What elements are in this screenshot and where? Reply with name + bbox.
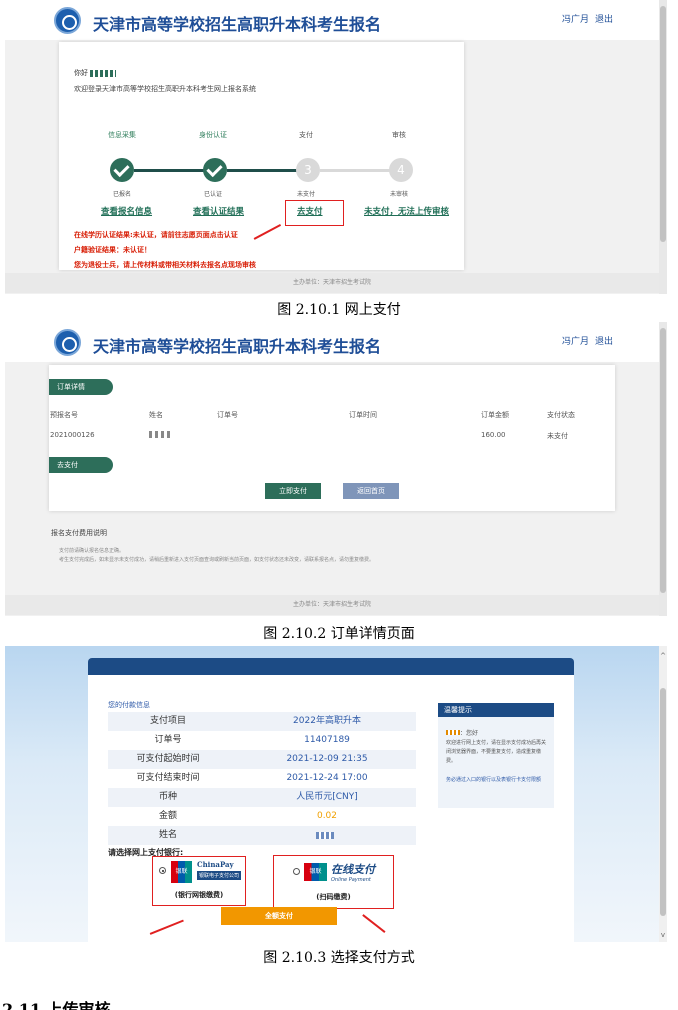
logout-link[interactable]: 退出	[595, 12, 613, 25]
col-order-time: 订单时间	[349, 411, 377, 419]
row-start-time: 可支付起始时间 2021-12-09 21:35	[108, 750, 416, 769]
cell-amount: 160.00	[481, 431, 506, 439]
scroll-up-icon[interactable]: ^	[659, 652, 667, 660]
masked-name	[90, 69, 117, 77]
user-name-link[interactable]: 冯广月	[562, 12, 589, 25]
tips-text: 欢迎进行网上支付，请在显示支付成功后再关闭浏览器界面，不要重复支付，造成重复缴费…	[446, 740, 547, 764]
note-1: 支付前请确认报名信息正确。	[59, 548, 125, 554]
row-amount: 金额 0.02	[158, 811, 338, 821]
site-title: 天津市高等学校招生高职升本科考生报名	[93, 15, 382, 34]
greeting: 你好	[74, 68, 117, 78]
annotation-arrow	[253, 224, 281, 240]
site-title: 天津市高等学校招生高职升本科考生报名	[93, 337, 382, 356]
warning-household: 户籍验证结果：未认证！	[74, 246, 151, 254]
footer: 主办单位：天津市招生考试院	[5, 595, 659, 615]
site-logo-icon	[54, 329, 81, 356]
caption-2: 图 2.10.2 订单详情页面	[263, 626, 415, 642]
step-3-circle: 3	[296, 158, 320, 182]
user-name-link[interactable]: 冯广月	[562, 334, 589, 347]
pay-now-button[interactable]: 立即支付	[265, 483, 321, 499]
status-unpaid: 未支付	[296, 191, 315, 198]
scroll-down-icon[interactable]: v	[659, 931, 667, 939]
status-unreviewed: 未审核	[389, 191, 408, 198]
screenshot-payment-method: 您的付款信息 支付项目 2022年高职升本 订单号 11407189 可支付起始时间…	[5, 646, 667, 942]
order-section-header: 订单详情	[49, 379, 113, 395]
caption-1: 图 2.10.1 网上支付	[277, 302, 401, 318]
screenshot-online-payment: 天津市高等学校招生高职升本科考生报名 冯广月 退出 你好 欢迎登录天津市高等学校…	[5, 0, 667, 294]
row-pay-item: 支付项目 2022年高职升本	[108, 712, 416, 731]
cell-status: 未支付	[547, 432, 568, 440]
order-card: 订单详情 预报名号 姓名 订单号 订单时间 订单金额 支付状态 20210001…	[49, 365, 615, 511]
status-verified: 已认证	[203, 191, 222, 198]
panel-header-bar	[88, 658, 574, 675]
pay-section-header: 去支付	[49, 457, 113, 473]
col-amount: 订单金额	[481, 411, 509, 419]
unionpay-logo-icon: 银联	[304, 863, 327, 881]
scrollbar[interactable]	[659, 322, 667, 616]
row-end-time: 可支付结束时间 2021-12-24 17:00	[136, 773, 368, 783]
view-verification-link[interactable]: 查看认证结果	[193, 205, 244, 217]
online-pay-brand: 在线支付	[331, 863, 375, 876]
cell-reg-no: 2021000126	[50, 431, 95, 439]
chinapay-brand-cn: 银联电子支付公司	[197, 871, 242, 880]
tips-text-2: 务必通过入口的银行以及表银行卡支付限额	[446, 777, 542, 783]
progress-line-2	[227, 169, 307, 172]
site-header: 天津市高等学校招生高职升本科考生报名 冯广月 退出	[5, 0, 659, 40]
screenshot-order-detail: 天津市高等学校招生高职升本科考生报名 冯广月 退出 订单详情 预报名号 姓名 订…	[5, 322, 667, 616]
option-scan-pay-label: (扫码缴费)	[316, 893, 351, 901]
row-currency: 币种 人民币元[CNY]	[108, 788, 416, 807]
tips-panel: 温馨提示 ：您好 欢迎进行网上支付，请在显示支付成功后再关闭浏览器界面，不要重复…	[438, 703, 554, 808]
highlight-box	[285, 200, 344, 226]
upload-review-link: 未支付，无法上传审核	[364, 207, 450, 217]
payment-info-title: 您的付款信息	[108, 701, 150, 709]
step-done-check-icon	[203, 158, 227, 182]
progress-line-3	[320, 169, 400, 172]
masked-name	[316, 832, 334, 839]
scrollbar[interactable]	[659, 0, 667, 294]
site-header: 天津市高等学校招生高职升本科考生报名 冯广月 退出	[5, 322, 659, 362]
site-logo-icon	[54, 7, 81, 34]
option-bank-transfer[interactable]: 银联 ChinaPay 银联电子支付公司 (银行网银缴费)	[152, 856, 246, 906]
col-name: 姓名	[149, 411, 163, 419]
logout-link[interactable]: 退出	[595, 334, 613, 347]
caption-3: 图 2.10.3 选择支付方式	[263, 950, 415, 966]
section-heading: 2.11 上传审核	[2, 1000, 111, 1010]
radio-unselected[interactable]	[293, 868, 300, 875]
radio-selected[interactable]	[159, 867, 166, 874]
step-label-info: 信息采集	[108, 131, 136, 139]
cell-name-masked	[149, 431, 171, 438]
tips-hello: ：您好	[446, 728, 478, 737]
status-registered: 已报名	[112, 191, 131, 198]
confirm-pay-button[interactable]: 全额支付	[221, 907, 337, 925]
welcome-text: 欢迎登录天津市高等学校招生高职升本科考生网上报名系统	[74, 85, 256, 93]
option-scan-pay[interactable]: 银联 在线支付 Online Payment (扫码缴费)	[273, 855, 394, 909]
footer: 主办单位：天津市招生考试院	[5, 273, 659, 293]
step-label-identity: 身份认证	[199, 131, 227, 139]
view-registration-link[interactable]: 查看报名信息	[101, 205, 152, 217]
option-bank-transfer-label: (银行网银缴费)	[174, 891, 224, 899]
online-pay-brand-en: Online Payment	[331, 877, 371, 883]
chinapay-brand: ChinaPay	[197, 860, 234, 869]
warning-education: 在线学历认证结果:未认证，请前往志愿页面点击认证	[74, 231, 238, 239]
unionpay-logo-icon: 银联	[171, 861, 192, 883]
back-home-button[interactable]: 返回首页	[343, 483, 399, 499]
row-order-no: 订单号 11407189	[154, 735, 350, 745]
tips-title: 温馨提示	[438, 703, 554, 717]
notes-title: 报名支付费用说明	[51, 529, 107, 537]
col-order-no: 订单号	[217, 411, 238, 419]
step-4-circle: 4	[389, 158, 413, 182]
step-label-review: 审核	[392, 131, 406, 139]
warning-veteran: 您为退役士兵，请上传材料或带相关材料去报名点现场审核	[74, 261, 256, 269]
scrollbar[interactable]: ^ v	[659, 646, 667, 942]
col-reg-no: 预报名号	[50, 411, 78, 419]
note-2: 考生支付完成后，如未显示未支付成功，请稍后重新进入支付页面查询或刷新当前页面，如…	[59, 557, 375, 563]
row-name: 姓名	[108, 826, 416, 845]
col-status: 支付状态	[547, 411, 575, 419]
progress-line-1	[134, 169, 214, 172]
step-label-payment: 支付	[299, 131, 313, 139]
step-done-check-icon	[110, 158, 134, 182]
